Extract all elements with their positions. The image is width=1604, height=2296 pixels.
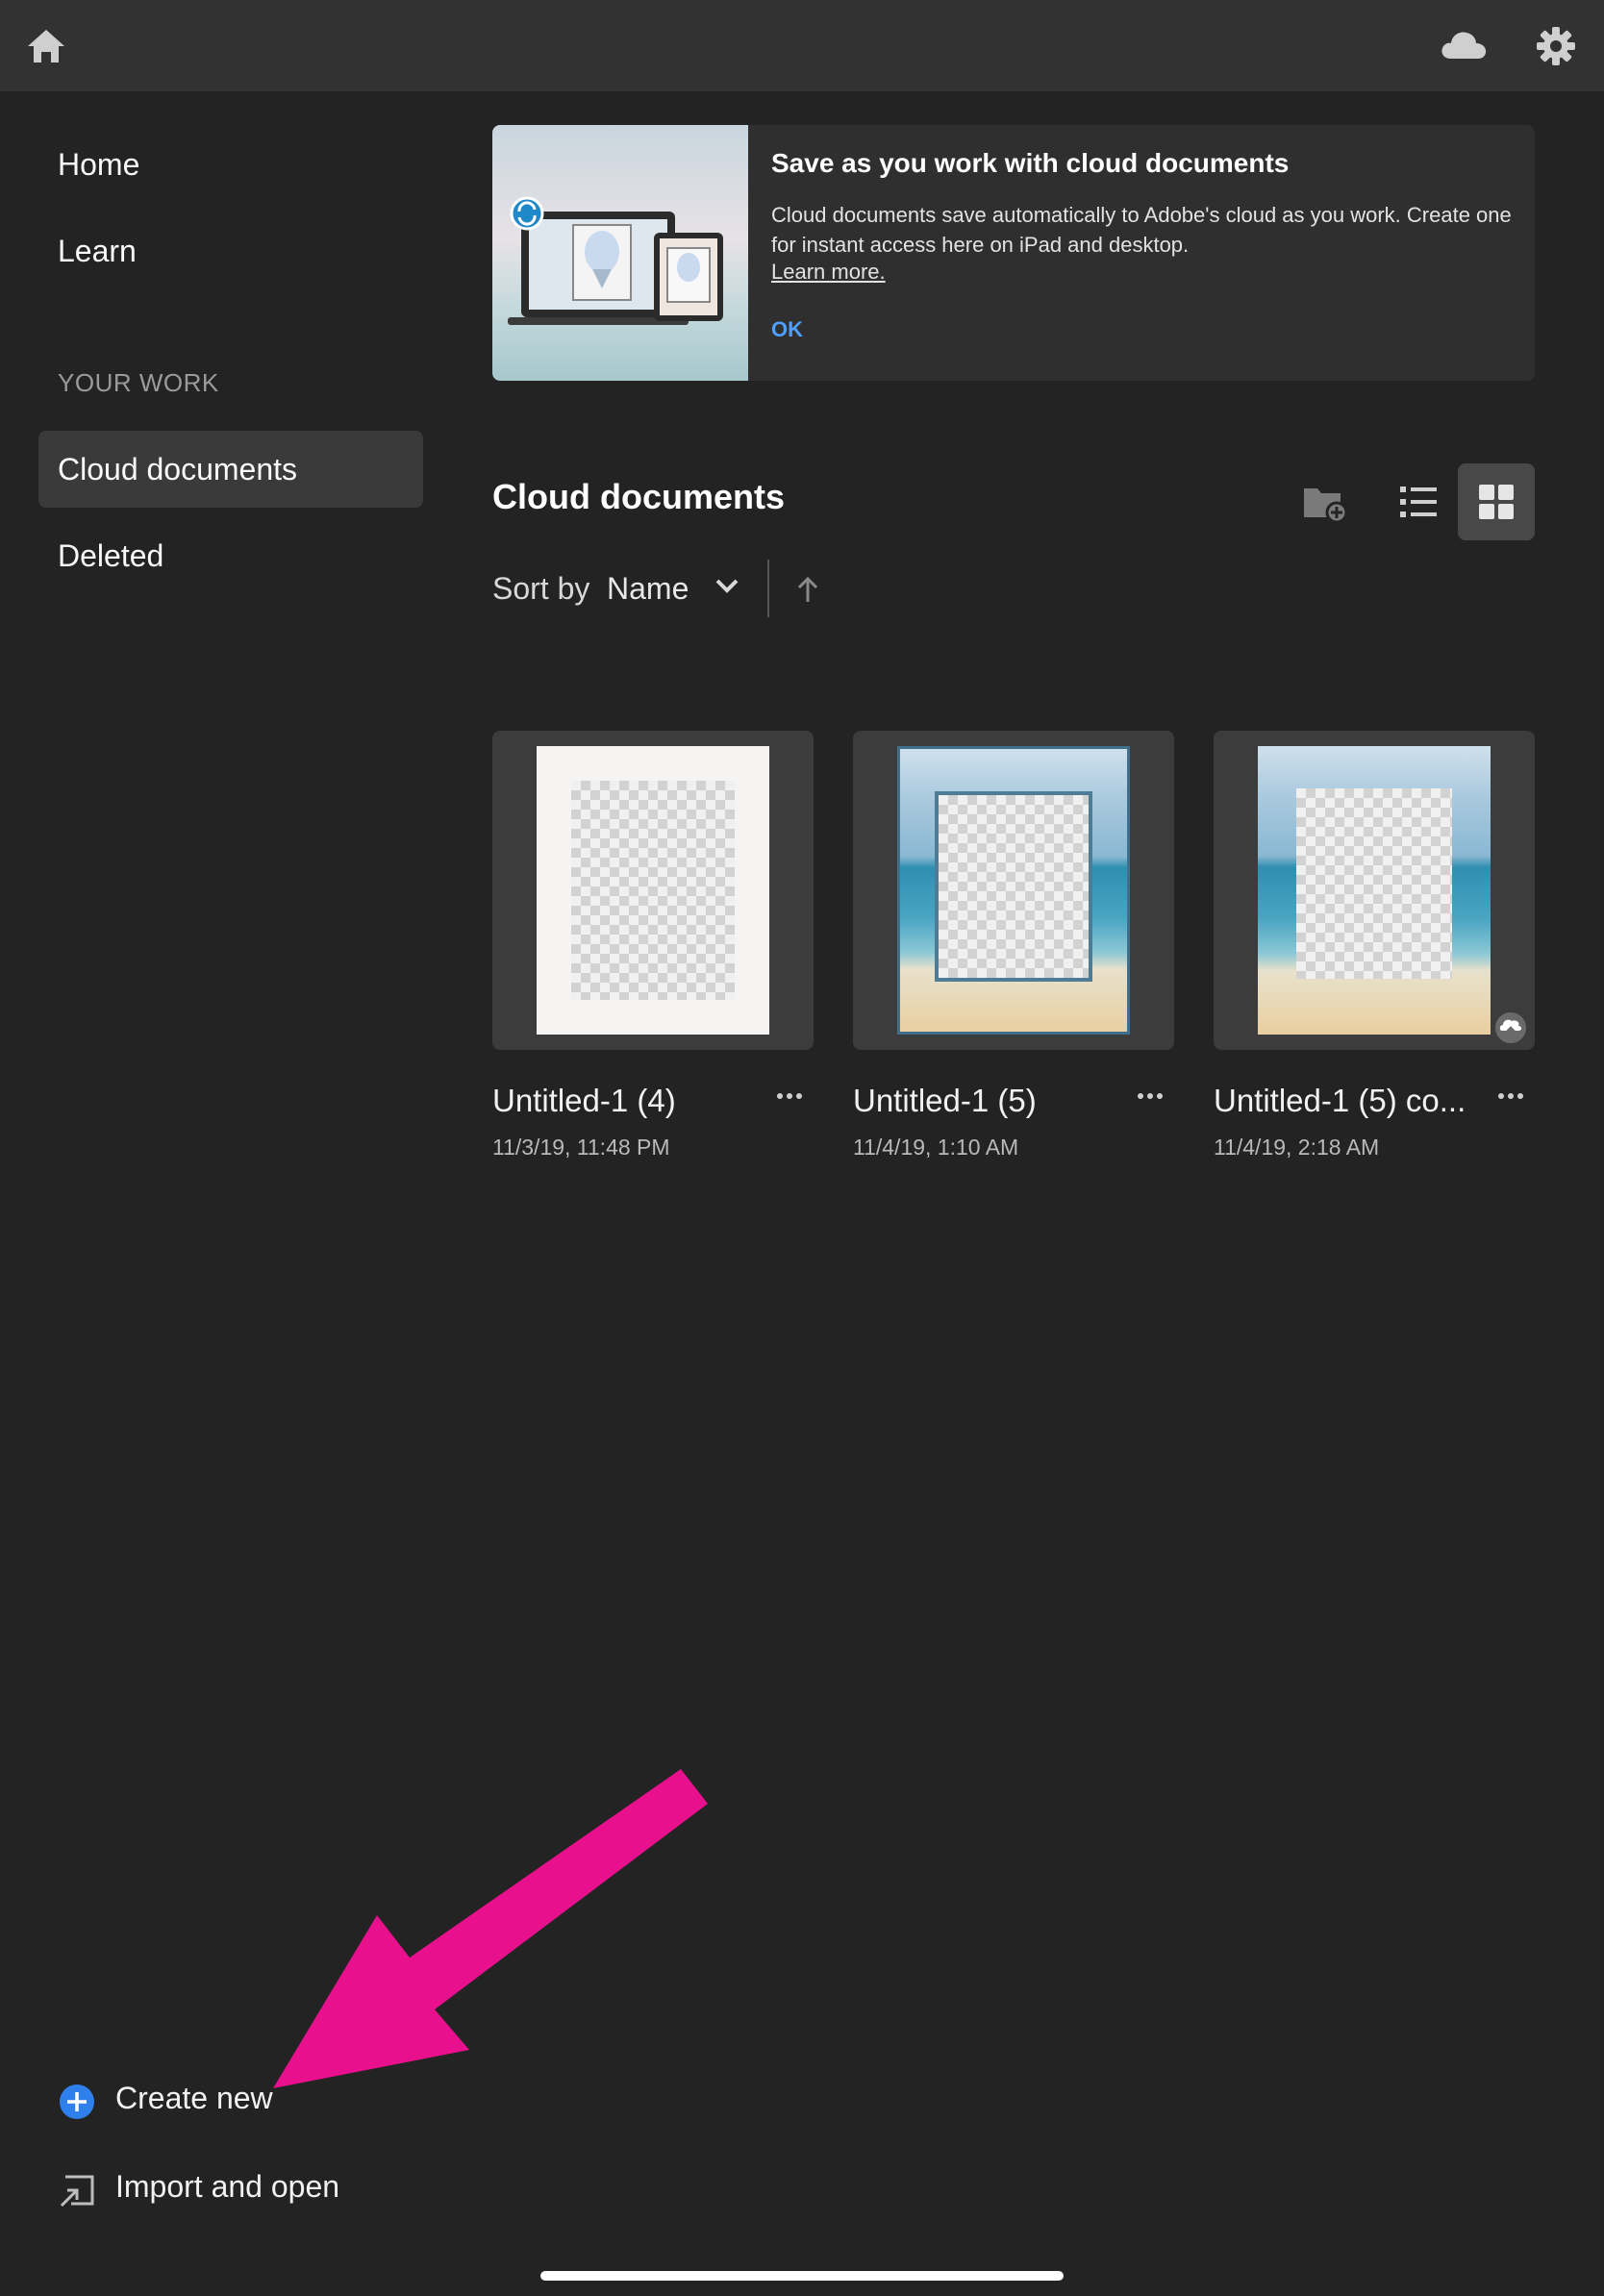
list-view-button[interactable] [1379,463,1456,540]
gear-icon[interactable] [1535,25,1577,67]
sort-field-dropdown[interactable]: Name [607,571,689,607]
document-preview [1258,746,1491,1035]
grid-view-button[interactable] [1458,463,1535,540]
document-date: 11/4/19, 1:10 AM [853,1135,1019,1160]
banner-ok-button[interactable]: OK [771,317,803,342]
sort-divider [767,560,769,617]
banner-illustration [492,125,748,381]
sidebar-item-label: Learn [58,234,137,268]
learn-more-link[interactable]: Learn more. [771,260,886,285]
document-name: Untitled-1 (5) [853,1083,1037,1118]
document-thumbnail[interactable] [492,731,814,1050]
sidebar-item-label: Deleted [58,538,164,573]
sidebar-item-label: Cloud documents [58,452,298,487]
list-view-icon [1400,487,1437,517]
sidebar-item-deleted[interactable]: Deleted [38,517,423,594]
top-bar [0,0,1604,91]
more-options-icon[interactable] [1126,1077,1174,1115]
banner-title: Save as you work with cloud documents [771,148,1290,178]
banner-body: Cloud documents save automatically to Ad… [771,203,1512,257]
more-options-icon[interactable] [1487,1077,1535,1115]
cloud-upload-icon [1493,1011,1528,1045]
cloud-icon[interactable] [1439,27,1489,62]
import-icon [60,2175,94,2208]
sort-by-label: Sort by [492,571,590,606]
plus-circle-icon [60,2084,94,2119]
sidebar-item-label: Home [58,147,140,182]
grid-view-icon [1479,485,1514,519]
sidebar-item-learn[interactable]: Learn [38,212,423,289]
document-date: 11/3/19, 11:48 PM [492,1135,670,1160]
annotation-arrow [273,1769,708,2088]
document-thumbnail[interactable] [1214,731,1535,1050]
document-name: Untitled-1 (4) [492,1083,676,1118]
document-date: 11/4/19, 2:18 AM [1214,1135,1380,1160]
home-icon[interactable] [25,27,67,65]
sort-direction-icon[interactable] [794,575,821,604]
page-title: Cloud documents [492,477,785,516]
document-preview [537,746,769,1035]
document-name: Untitled-1 (5) co... [1214,1083,1466,1118]
import-and-open-button[interactable]: Import and open [54,2161,458,2219]
new-folder-button[interactable] [1287,463,1364,540]
home-indicator[interactable] [540,2271,1064,2281]
new-folder-icon [1304,488,1348,523]
sidebar-item-home[interactable]: Home [38,126,423,203]
more-options-icon[interactable] [765,1077,814,1115]
chevron-down-icon[interactable] [714,577,740,596]
create-new-label: Create new [115,2081,273,2115]
cloud-documents-banner: Save as you work with cloud documents Cl… [492,125,1535,381]
document-preview [897,746,1130,1035]
section-label-your-work: YOUR WORK [58,368,219,397]
sidebar-item-cloud-documents[interactable]: Cloud documents [38,431,423,508]
create-new-button[interactable]: Create new [54,2073,458,2131]
document-thumbnail[interactable] [853,731,1174,1050]
import-and-open-label: Import and open [115,2169,340,2204]
